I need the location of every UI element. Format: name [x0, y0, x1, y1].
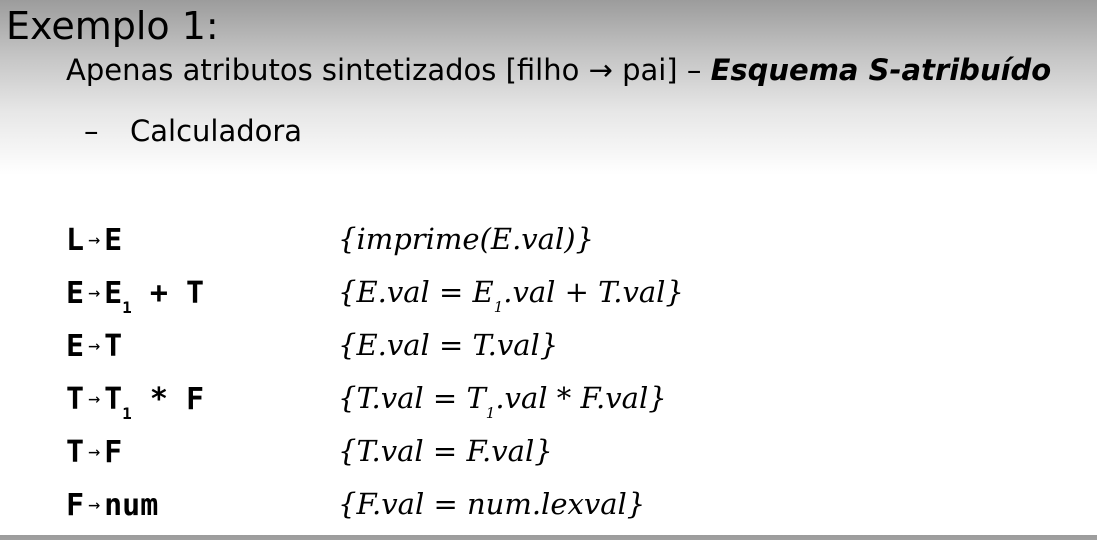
subtitle-text: Apenas atributos sintetizados [filho → p… — [66, 53, 711, 87]
action-subscript: 1 — [493, 298, 504, 316]
production-rhs: E — [104, 223, 123, 258]
action-equals: = — [432, 434, 458, 468]
semantic-action: {T.val = T1.val * F.val} — [338, 378, 667, 433]
bullet-text: Calculadora — [130, 114, 303, 148]
production: E → T — [66, 325, 122, 381]
action-end: .val + T.val} — [503, 275, 684, 309]
action-start: {imprime(E.val)} — [338, 222, 595, 256]
production-rhs-subscript: 1 — [122, 404, 132, 423]
grammar-rule: T → F {T.val = F.val} — [66, 431, 1066, 484]
production-lhs: T — [66, 435, 85, 470]
production-rhs-subscript: 1 — [122, 298, 132, 317]
production: L → E — [66, 219, 122, 275]
grammar-table: L → E {imprime(E.val)} E → E1 + T {E.val = E… — [66, 219, 1066, 537]
production-lhs: T — [66, 382, 85, 417]
production: T → F — [66, 431, 122, 487]
action-equals: = — [432, 381, 458, 415]
production-arrow: → — [88, 227, 101, 251]
action-equals: = — [439, 328, 464, 362]
production-lhs: E — [66, 329, 85, 364]
production-arrow: → — [88, 492, 101, 516]
semantic-action: {F.val = num.lexval} — [338, 484, 645, 539]
production-rhs: T — [104, 382, 123, 417]
action-middle: F.val} — [457, 434, 553, 468]
bullet-marker: – — [84, 114, 99, 148]
production-lhs: F — [66, 488, 85, 523]
action-equals: = — [433, 487, 458, 521]
grammar-rule: F → num {F.val = num.lexval} — [66, 484, 1066, 537]
action-start: {E.val — [338, 275, 440, 309]
subtitle: Apenas atributos sintetizados [filho → p… — [66, 52, 1051, 88]
semantic-action: {imprime(E.val)} — [338, 219, 594, 274]
grammar-rule: E → T {E.val = T.val} — [66, 325, 1066, 378]
production: F → num — [66, 484, 158, 540]
action-middle: E — [463, 275, 494, 309]
production-arrow: → — [88, 333, 101, 357]
action-middle: T — [457, 381, 486, 415]
action-start: {T.val — [338, 434, 433, 468]
semantic-action: {E.val = T.val} — [338, 325, 558, 380]
production-rhs: num — [104, 488, 159, 523]
action-start: {E.val — [338, 328, 440, 362]
action-start: {F.val — [338, 487, 434, 521]
production-rhs: E — [104, 276, 123, 311]
grammar-rule: T → T1 * F {T.val = T1.val * F.val} — [66, 378, 1066, 431]
action-equals: = — [439, 275, 464, 309]
production-lhs: L — [66, 223, 85, 258]
production-rhs-rest: + T — [131, 276, 205, 311]
production-rhs-rest: * F — [131, 382, 205, 417]
production: T → T1 * F — [66, 378, 204, 434]
subtitle-emphasis: Esquema S-atribuído — [710, 53, 1052, 87]
production-arrow: → — [88, 280, 101, 304]
action-middle: num.lexval} — [457, 487, 646, 521]
production-rhs: T — [104, 329, 123, 364]
action-end: .val * F.val} — [495, 381, 667, 415]
production: E → E1 + T — [66, 272, 204, 328]
grammar-rule: E → E1 + T {E.val = E1.val + T.val} — [66, 272, 1066, 325]
production-lhs: E — [66, 276, 85, 311]
slide-title: Exemplo 1: — [6, 4, 219, 48]
production-arrow: → — [88, 386, 101, 410]
action-start: {T.val — [338, 381, 433, 415]
production-rhs: F — [104, 435, 123, 470]
action-middle: T.val} — [463, 328, 559, 362]
semantic-action: {E.val = E1.val + T.val} — [338, 272, 684, 327]
production-arrow: → — [88, 439, 101, 463]
grammar-rule: L → E {imprime(E.val)} — [66, 219, 1066, 272]
bullet-item: – Calculadora — [84, 113, 302, 149]
action-subscript: 1 — [485, 404, 496, 422]
semantic-action: {T.val = F.val} — [338, 431, 553, 486]
